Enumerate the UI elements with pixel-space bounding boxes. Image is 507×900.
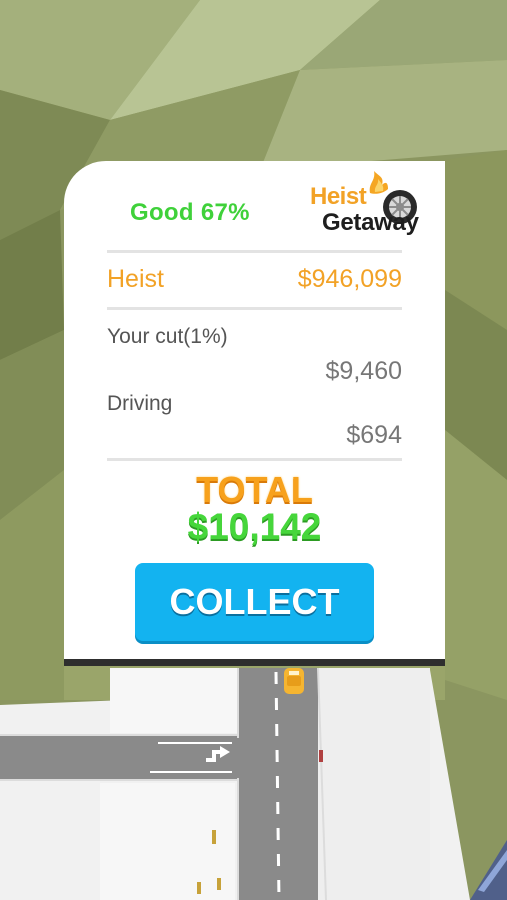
logo-word-getaway: Getaway — [322, 209, 419, 236]
cut-value: $9,460 — [325, 357, 402, 385]
heist-value: $946,099 — [297, 265, 402, 293]
divider — [107, 307, 402, 310]
heist-label: Heist — [107, 265, 164, 293]
total-value: $10,142 — [187, 506, 322, 547]
total-label: TOTAL — [196, 469, 313, 510]
logo-word-heist: Heist — [310, 183, 367, 210]
cut-label: Your cut(1%) — [107, 325, 228, 348]
divider — [107, 458, 402, 461]
driving-value: $694 — [346, 421, 402, 449]
collect-button[interactable]: COLLECT — [135, 563, 374, 641]
rating-text: Good 67% — [130, 199, 250, 226]
divider — [107, 250, 402, 253]
heist-getaway-logo: Heist Getaway — [308, 169, 438, 241]
driving-label: Driving — [107, 392, 173, 415]
result-card: Good 67% Heist Getaway Heist $946,099 Yo… — [64, 161, 445, 666]
taxi-car — [284, 668, 304, 694]
